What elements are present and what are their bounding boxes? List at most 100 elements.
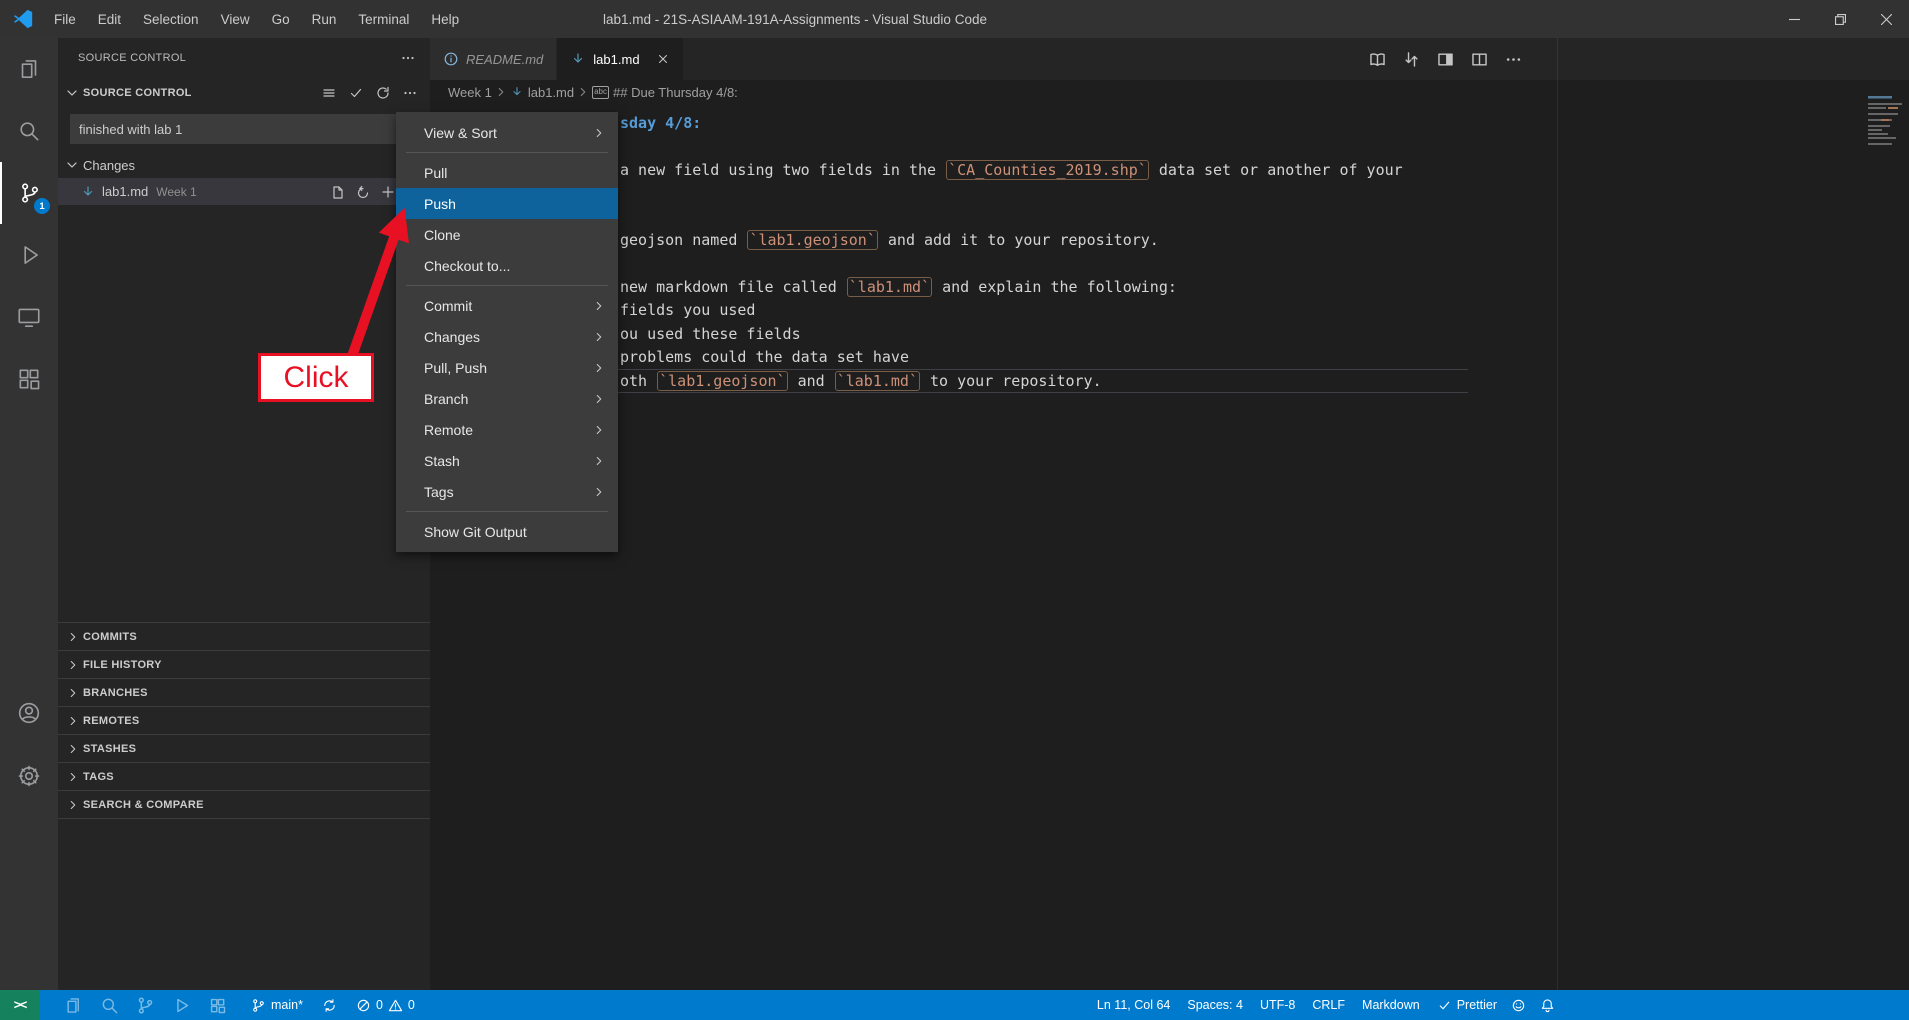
menu-bar: FileEditSelectionViewGoRunTerminalHelp <box>43 0 470 38</box>
panel-remotes[interactable]: REMOTES <box>58 706 430 734</box>
search-icon[interactable] <box>0 100 58 162</box>
extensions-icon[interactable] <box>208 996 227 1015</box>
split-editor-icon[interactable] <box>1470 50 1489 69</box>
markdown-file-icon <box>510 85 524 99</box>
restore-button[interactable] <box>1817 0 1863 38</box>
minimap[interactable] <box>1866 93 1909 197</box>
source-control-sidebar: SOURCE CONTROL SOURCE CONTROL Changes la… <box>58 38 430 990</box>
status-ghost-icons <box>64 996 227 1015</box>
commit-check-icon[interactable] <box>348 85 364 101</box>
context-menu-item-show-git-output[interactable]: Show Git Output <box>396 516 618 547</box>
menu-go[interactable]: Go <box>261 0 301 38</box>
change-item-lab1-md[interactable]: lab1.md Week 1 <box>58 178 430 205</box>
branch-status[interactable]: main* <box>246 990 308 1020</box>
view-as-list-icon[interactable] <box>321 85 337 101</box>
status-prettier[interactable]: Prettier <box>1432 990 1502 1020</box>
preview-side-icon[interactable] <box>1436 50 1455 69</box>
chevron-right-icon <box>66 742 80 756</box>
more-actions-icon[interactable] <box>402 85 418 101</box>
context-menu-item-clone[interactable]: Clone <box>396 219 618 250</box>
minimize-button[interactable] <box>1771 0 1817 38</box>
context-menu-item-view-sort[interactable]: View & Sort <box>396 117 618 148</box>
context-menu-item-remote[interactable]: Remote <box>396 414 618 445</box>
source-control-icon[interactable] <box>136 996 155 1015</box>
menu-item-label: View & Sort <box>424 125 497 141</box>
tab-readme-md[interactable]: README.md <box>430 38 557 80</box>
status-spaces-4[interactable]: Spaces: 4 <box>1182 990 1248 1020</box>
breadcrumb-item-week-1[interactable]: Week 1 <box>448 85 492 100</box>
chevron-right-icon <box>66 770 80 784</box>
code-line <box>430 206 1909 229</box>
more-actions-icon[interactable] <box>1504 50 1523 69</box>
sync-button[interactable] <box>317 990 342 1020</box>
notifications-bell-icon[interactable] <box>1535 990 1560 1020</box>
panel-branches[interactable]: BRANCHES <box>58 678 430 706</box>
panel-file-history[interactable]: FILE HISTORY <box>58 650 430 678</box>
menu-edit[interactable]: Edit <box>87 0 132 38</box>
panel-search-compare[interactable]: SEARCH & COMPARE <box>58 790 430 819</box>
menu-selection[interactable]: Selection <box>132 0 210 38</box>
tab-lab1-md[interactable]: lab1.md <box>557 38 683 80</box>
discard-changes-icon[interactable] <box>355 184 371 200</box>
remote-explorer-icon[interactable] <box>0 286 58 348</box>
explorer-icon[interactable] <box>64 996 83 1015</box>
context-menu-item-pull-push[interactable]: Pull, Push <box>396 352 618 383</box>
git-branch-icon <box>251 998 266 1013</box>
status-utf-8[interactable]: UTF-8 <box>1255 990 1300 1020</box>
status-ln-11-col-64[interactable]: Ln 11, Col 64 <box>1092 990 1175 1020</box>
editor[interactable]: sday 4/8: a new field using two fields i… <box>430 104 1909 990</box>
errors-icon <box>356 998 371 1013</box>
open-preview-icon[interactable] <box>1368 50 1387 69</box>
menu-item-label: Changes <box>424 329 480 345</box>
open-changes-icon[interactable] <box>1402 50 1421 69</box>
chevron-right-icon <box>592 361 606 375</box>
menu-help[interactable]: Help <box>420 0 470 38</box>
context-menu-item-tags[interactable]: Tags <box>396 476 618 507</box>
panel-label: BRANCHES <box>83 687 148 699</box>
search-icon[interactable] <box>100 996 119 1015</box>
changes-section-header[interactable]: Changes <box>58 152 430 178</box>
more-actions-icon[interactable] <box>400 50 416 66</box>
context-menu-item-stash[interactable]: Stash <box>396 445 618 476</box>
source-control-icon[interactable]: 1 <box>0 162 58 224</box>
sidebar-title: SOURCE CONTROL <box>78 52 186 64</box>
menu-item-label: Tags <box>424 484 454 500</box>
explorer-icon[interactable] <box>0 38 58 100</box>
context-menu-item-changes[interactable]: Changes <box>396 321 618 352</box>
panel-commits[interactable]: COMMITS <box>58 622 430 650</box>
feedback-smiley-icon[interactable] <box>1506 990 1531 1020</box>
status-crlf[interactable]: CRLF <box>1307 990 1350 1020</box>
context-menu-item-push[interactable]: Push <box>396 188 618 219</box>
scm-provider-row[interactable]: SOURCE CONTROL <box>58 78 430 108</box>
status-markdown[interactable]: Markdown <box>1357 990 1425 1020</box>
run-icon[interactable] <box>172 996 191 1015</box>
problems-status[interactable]: 0 0 <box>351 990 420 1020</box>
account-icon[interactable] <box>0 689 58 737</box>
menu-item-label: Remote <box>424 422 473 438</box>
commit-message-input[interactable] <box>70 114 418 144</box>
remote-indicator[interactable]: >< <box>0 990 40 1020</box>
click-annotation: Click <box>258 353 374 402</box>
stage-changes-icon[interactable] <box>380 184 396 200</box>
menu-file[interactable]: File <box>43 0 87 38</box>
open-file-icon[interactable] <box>330 184 346 200</box>
menu-view[interactable]: View <box>210 0 261 38</box>
context-menu-item-commit[interactable]: Commit <box>396 290 618 321</box>
info-icon <box>443 51 459 67</box>
panel-stashes[interactable]: STASHES <box>58 734 430 762</box>
refresh-icon[interactable] <box>375 85 391 101</box>
settings-gear-icon[interactable] <box>0 752 58 800</box>
context-menu-item-pull[interactable]: Pull <box>396 157 618 188</box>
breadcrumb-item-due-thursday-4-8[interactable]: ## Due Thursday 4/8: <box>592 85 738 100</box>
menu-item-label: Pull, Push <box>424 360 487 376</box>
menu-terminal[interactable]: Terminal <box>347 0 420 38</box>
panel-tags[interactable]: TAGS <box>58 762 430 790</box>
run-debug-icon[interactable] <box>0 224 58 286</box>
menu-run[interactable]: Run <box>301 0 348 38</box>
close-button[interactable] <box>1863 0 1909 38</box>
extensions-icon[interactable] <box>0 348 58 410</box>
context-menu-item-checkout-to[interactable]: Checkout to... <box>396 250 618 281</box>
context-menu-item-branch[interactable]: Branch <box>396 383 618 414</box>
close-tab-icon[interactable] <box>656 52 670 66</box>
breadcrumb-item-lab1-md[interactable]: lab1.md <box>510 85 574 100</box>
